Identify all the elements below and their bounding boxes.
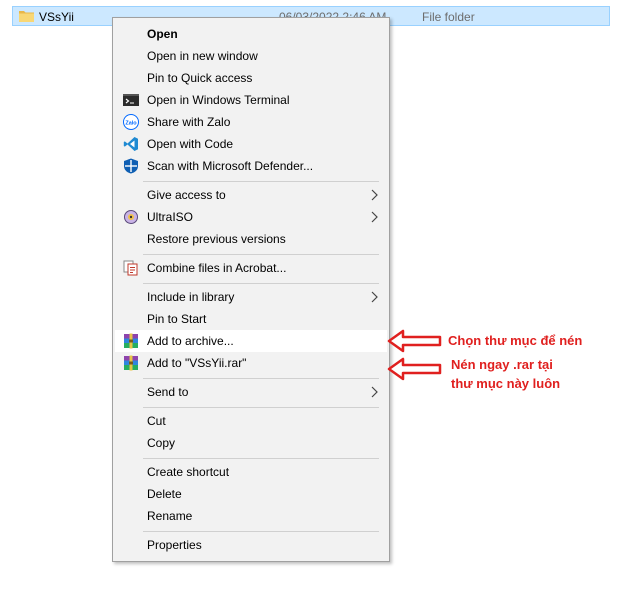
ultraiso-disc-icon — [124, 210, 138, 224]
menu-item-pin-quick-access[interactable]: Pin to Quick access — [115, 67, 387, 89]
menu-item-label: Restore previous versions — [147, 232, 286, 246]
menu-item-label: Properties — [147, 538, 202, 552]
folder-icon — [19, 11, 34, 22]
menu-item-open[interactable]: Open — [115, 23, 387, 45]
annotation-arrow-icon — [387, 329, 442, 353]
menu-item-delete[interactable]: Delete — [115, 483, 387, 505]
menu-item-label: Copy — [147, 436, 176, 450]
winrar-icon — [124, 355, 138, 371]
menu-item-combine-acrobat[interactable]: Combine files in Acrobat... — [115, 257, 387, 279]
menu-separator — [143, 531, 379, 532]
menu-item-label: Create shortcut — [147, 465, 230, 479]
acrobat-combine-icon — [123, 260, 138, 276]
menu-item-give-access[interactable]: Give access to — [115, 184, 387, 206]
chevron-right-icon — [371, 189, 378, 201]
menu-item-open-code[interactable]: Open with Code — [115, 133, 387, 155]
menu-separator — [143, 254, 379, 255]
defender-shield-icon — [124, 158, 138, 174]
menu-item-send-to[interactable]: Send to — [115, 381, 387, 403]
menu-item-label: Open — [147, 27, 178, 41]
vscode-icon — [123, 137, 138, 151]
menu-item-add-rar[interactable]: Add to "VSsYii.rar" — [115, 352, 387, 374]
menu-separator — [143, 407, 379, 408]
winrar-icon — [124, 333, 138, 349]
menu-item-label: Open in Windows Terminal — [147, 93, 290, 107]
menu-item-label: Delete — [147, 487, 182, 501]
menu-item-label: Scan with Microsoft Defender... — [147, 159, 314, 173]
menu-item-pin-start[interactable]: Pin to Start — [115, 308, 387, 330]
menu-item-create-shortcut[interactable]: Create shortcut — [115, 461, 387, 483]
menu-item-share-zalo[interactable]: Zalo Share with Zalo — [115, 111, 387, 133]
menu-item-label: Cut — [147, 414, 166, 428]
menu-item-add-archive[interactable]: Add to archive... — [115, 330, 387, 352]
menu-item-label: Rename — [147, 509, 193, 523]
menu-item-label: UltraISO — [147, 210, 194, 224]
menu-item-label: Open in new window — [147, 49, 258, 63]
menu-item-label: Include in library — [147, 290, 235, 304]
menu-item-copy[interactable]: Copy — [115, 432, 387, 454]
context-menu: Open Open in new window Pin to Quick acc… — [112, 17, 390, 562]
menu-item-label: Open with Code — [147, 137, 234, 151]
annotation-choose-folder: Chọn thư mục để nén — [448, 333, 583, 348]
annotation-compress-line1: Nén ngay .rar tại — [451, 357, 553, 372]
menu-item-ultraiso[interactable]: UltraISO — [115, 206, 387, 228]
annotation-compress-line2: thư mục này luôn — [451, 376, 561, 391]
menu-item-label: Pin to Quick access — [147, 71, 253, 85]
file-type: File folder — [422, 10, 475, 24]
menu-item-rename[interactable]: Rename — [115, 505, 387, 527]
menu-item-label: Give access to — [147, 188, 226, 202]
annotation-arrow-icon — [387, 357, 442, 381]
menu-item-open-new-window[interactable]: Open in new window — [115, 45, 387, 67]
menu-item-label: Add to archive... — [147, 334, 234, 348]
chevron-right-icon — [371, 291, 378, 303]
file-name: VSsYii — [39, 10, 74, 24]
svg-text:Zalo: Zalo — [125, 121, 137, 127]
menu-item-label: Send to — [147, 385, 189, 399]
menu-item-cut[interactable]: Cut — [115, 410, 387, 432]
menu-item-restore-versions[interactable]: Restore previous versions — [115, 228, 387, 250]
terminal-icon — [123, 94, 139, 106]
chevron-right-icon — [371, 211, 378, 223]
menu-separator — [143, 283, 379, 284]
menu-item-label: Add to "VSsYii.rar" — [147, 356, 247, 370]
menu-item-include-library[interactable]: Include in library — [115, 286, 387, 308]
chevron-right-icon — [371, 386, 378, 398]
menu-separator — [143, 458, 379, 459]
menu-item-label: Combine files in Acrobat... — [147, 261, 287, 275]
menu-item-open-terminal[interactable]: Open in Windows Terminal — [115, 89, 387, 111]
menu-separator — [143, 378, 379, 379]
menu-item-label: Pin to Start — [147, 312, 207, 326]
menu-item-scan-defender[interactable]: Scan with Microsoft Defender... — [115, 155, 387, 177]
zalo-icon: Zalo — [123, 114, 139, 130]
menu-item-properties[interactable]: Properties — [115, 534, 387, 556]
menu-separator — [143, 181, 379, 182]
menu-item-label: Share with Zalo — [147, 115, 231, 129]
